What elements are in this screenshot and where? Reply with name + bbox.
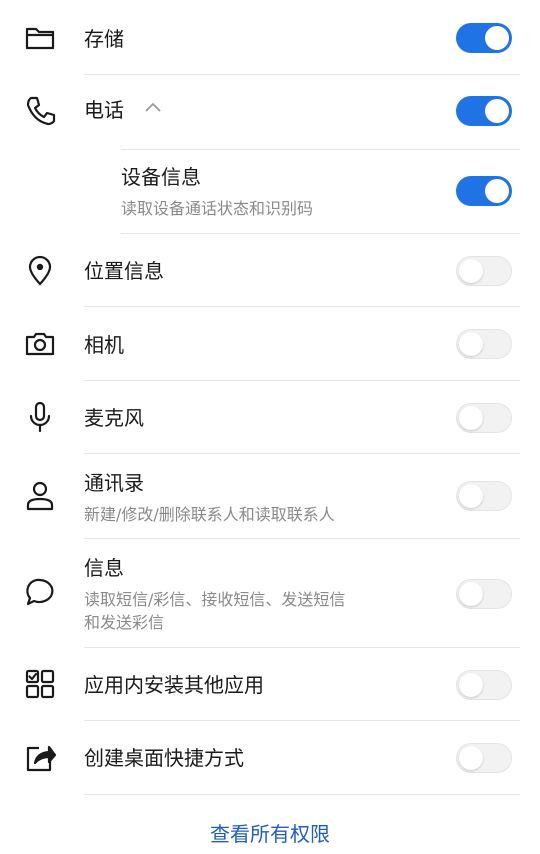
- toggle-knob: [485, 99, 509, 123]
- toggle-camera[interactable]: [456, 329, 512, 359]
- toggle-knob: [485, 26, 509, 50]
- apps-grid-icon: [20, 664, 60, 704]
- toggle-microphone[interactable]: [456, 403, 512, 433]
- share-box-icon: [20, 738, 60, 778]
- permission-description-line1: 读取短信/彩信、接收短信、发送短信: [84, 590, 346, 609]
- permission-row-microphone[interactable]: 麦克风: [0, 381, 540, 453]
- permission-label: 相机: [84, 333, 124, 357]
- toggle-phone[interactable]: [456, 96, 512, 126]
- permission-label: 应用内安装其他应用: [84, 673, 264, 697]
- toggle-location[interactable]: [456, 256, 512, 286]
- toggle-knob: [459, 406, 483, 430]
- permission-label: 麦克风: [84, 406, 144, 430]
- permission-row-phone[interactable]: 电话: [0, 75, 540, 149]
- folder-icon: [20, 18, 60, 58]
- toggle-messages[interactable]: [456, 579, 512, 609]
- person-icon: [20, 476, 60, 516]
- permission-row-install-apps[interactable]: 应用内安装其他应用: [0, 648, 540, 720]
- chat-bubble-icon: [20, 573, 60, 613]
- toggle-install-apps[interactable]: [456, 670, 512, 700]
- permission-label: 电话: [84, 98, 124, 122]
- permission-label: 位置信息: [84, 259, 164, 283]
- toggle-storage[interactable]: [456, 23, 512, 53]
- permission-row-camera[interactable]: 相机: [0, 307, 540, 380]
- toggle-knob: [485, 179, 509, 203]
- permission-description: 读取设备通话状态和识别码: [121, 199, 314, 218]
- location-pin-icon: [20, 250, 60, 290]
- toggle-knob: [459, 673, 483, 697]
- permission-label: 信息: [84, 556, 124, 580]
- view-all-permissions-link[interactable]: 查看所有权限: [0, 820, 540, 848]
- toggle-knob: [459, 484, 483, 508]
- toggle-shortcut[interactable]: [456, 743, 512, 773]
- permission-label: 存储: [84, 27, 124, 51]
- permission-description: 新建/修改/删除联系人和读取联系人: [84, 505, 335, 524]
- permission-row-contacts[interactable]: 通讯录 新建/修改/删除联系人和读取联系人: [0, 454, 540, 538]
- toggle-knob: [459, 746, 483, 770]
- toggle-device-info[interactable]: [456, 176, 512, 206]
- permission-label: 创建桌面快捷方式: [84, 746, 244, 770]
- permission-label: 通讯录: [84, 471, 144, 495]
- toggle-knob: [459, 332, 483, 356]
- toggle-knob: [459, 259, 483, 283]
- chevron-up-icon[interactable]: [143, 97, 163, 117]
- camera-icon: [20, 324, 60, 364]
- permission-label: 设备信息: [121, 165, 201, 189]
- divider: [84, 794, 520, 795]
- permission-row-storage[interactable]: 存储: [0, 0, 540, 74]
- toggle-knob: [459, 582, 483, 606]
- permission-row-location[interactable]: 位置信息: [0, 234, 540, 306]
- phone-icon: [20, 91, 60, 131]
- permission-row-messages[interactable]: 信息 读取短信/彩信、接收短信、发送短信 和发送彩信: [0, 539, 540, 647]
- microphone-icon: [20, 397, 60, 437]
- permission-description-line2: 和发送彩信: [84, 613, 165, 632]
- permission-row-device-info[interactable]: 设备信息 读取设备通话状态和识别码: [0, 150, 540, 234]
- permission-row-shortcut[interactable]: 创建桌面快捷方式: [0, 721, 540, 794]
- toggle-contacts[interactable]: [456, 481, 512, 511]
